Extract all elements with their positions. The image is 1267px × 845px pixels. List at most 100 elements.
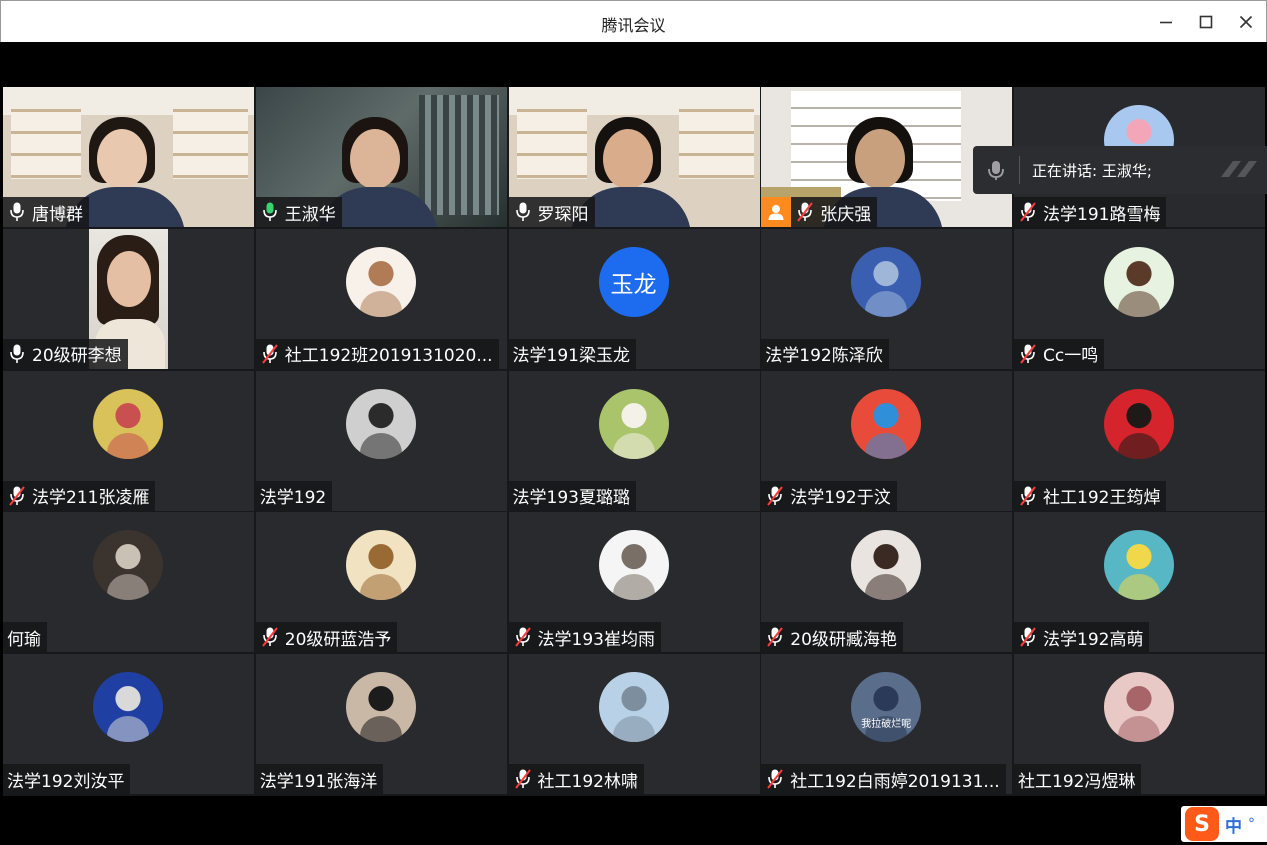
participant-name: 法学193崔均雨 bbox=[537, 629, 655, 650]
minimize-button[interactable] bbox=[1151, 7, 1181, 37]
participant-tile[interactable]: 法学193崔均雨 bbox=[508, 512, 760, 653]
avatar bbox=[345, 246, 416, 317]
mic-muted-icon bbox=[1018, 485, 1043, 507]
participant-name-bar: 法学193夏璐璐 bbox=[508, 480, 636, 511]
mic-muted-icon bbox=[513, 768, 538, 790]
participant-tile[interactable]: 王淑华 bbox=[255, 87, 507, 227]
participant-name: 社工192王筠焯 bbox=[1043, 488, 1161, 508]
participant-tile[interactable]: 法学191张海洋 bbox=[255, 654, 507, 794]
participant-name: 法学192陈泽欣 bbox=[765, 346, 883, 367]
participant-tile[interactable]: 法学192陈泽欣 bbox=[761, 228, 1013, 369]
avatar bbox=[93, 672, 163, 742]
maximize-button[interactable] bbox=[1191, 7, 1221, 37]
participant-tile[interactable]: Cc一鸣 bbox=[1014, 228, 1265, 369]
participant-tile[interactable]: 唐博群 bbox=[3, 87, 254, 227]
participant-name: 社工192林啸 bbox=[537, 771, 638, 792]
participant-tile[interactable]: 20级研李想 bbox=[3, 228, 254, 369]
avatar bbox=[1104, 672, 1174, 742]
maximize-icon bbox=[1199, 15, 1213, 29]
participant-name-bar: 法学192高萌 bbox=[1014, 622, 1150, 653]
participant-name-bar: 法学191张海洋 bbox=[255, 764, 384, 794]
participant-tile[interactable]: 罗琛阳 bbox=[508, 87, 760, 227]
participant-name: 法学191梁玉龙 bbox=[512, 346, 630, 367]
participant-name: 王淑华 bbox=[284, 204, 336, 225]
participant-name: 张庆强 bbox=[820, 204, 872, 225]
mic-muted-icon bbox=[795, 201, 820, 223]
participant-name: 法学191路雪梅 bbox=[1043, 204, 1161, 225]
ime-punctuation[interactable]: ° bbox=[1248, 816, 1255, 832]
participant-tile[interactable]: 法学193夏璐璐 bbox=[508, 370, 760, 511]
participant-name: 20级研蓝浩予 bbox=[284, 629, 392, 650]
mic-muted-icon bbox=[260, 626, 285, 648]
avatar: 玉龙 bbox=[598, 246, 669, 317]
participant-name: 社工192白雨婷2019131... bbox=[790, 771, 1000, 792]
participant-name: 法学192 bbox=[259, 488, 327, 508]
ime-toolbar[interactable]: S 中 ° bbox=[1181, 806, 1267, 842]
participant-name-bar: 王淑华 bbox=[255, 197, 342, 227]
participant-tile[interactable]: 社工192林啸 bbox=[508, 654, 760, 794]
avatar bbox=[598, 388, 669, 459]
participant-name: 罗琛阳 bbox=[537, 204, 589, 225]
avatar bbox=[345, 672, 416, 742]
mic-muted-icon bbox=[513, 626, 538, 648]
participant-name-bar: 法学192于汶 bbox=[761, 480, 897, 511]
participant-name: 法学192高萌 bbox=[1043, 629, 1144, 650]
participant-name-bar: 社工192白雨婷2019131... bbox=[761, 764, 1006, 794]
participant-name-bar: 法学211张凌雁 bbox=[3, 480, 156, 511]
avatar bbox=[1104, 388, 1174, 459]
participant-name-bar: 法学193崔均雨 bbox=[508, 622, 661, 653]
participant-name: 20级研李想 bbox=[32, 346, 122, 367]
mic-muted-icon bbox=[765, 485, 790, 507]
avatar bbox=[851, 388, 922, 459]
mic-muted-icon bbox=[260, 343, 285, 365]
mic-muted-icon bbox=[1018, 201, 1043, 223]
participant-name-bar: 社工192王筠焯 bbox=[1014, 480, 1167, 511]
participant-tile[interactable]: 何瑜 bbox=[3, 512, 254, 653]
participant-name-bar: 20级研臧海艳 bbox=[761, 622, 903, 653]
collapse-icon[interactable] bbox=[1217, 155, 1263, 185]
mic-speaking-icon bbox=[260, 201, 285, 223]
avatar bbox=[1104, 246, 1174, 317]
microphone-icon bbox=[988, 161, 1004, 180]
title-bar: 腾讯会议 bbox=[0, 0, 1267, 42]
participant-tile[interactable]: 法学192于汶 bbox=[761, 370, 1013, 511]
participant-tile[interactable]: 法学192刘汝平 bbox=[3, 654, 254, 794]
participant-name: 法学193夏璐璐 bbox=[512, 488, 630, 508]
microphone-icon bbox=[513, 201, 538, 223]
close-button[interactable] bbox=[1231, 7, 1261, 37]
participant-name-bar: 社工192班2019131020... bbox=[255, 338, 499, 369]
participant-name-bar: 唐博群 bbox=[3, 197, 89, 227]
participant-name: 法学192于汶 bbox=[790, 488, 891, 508]
participant-tile[interactable]: 法学192高萌 bbox=[1014, 512, 1265, 653]
participant-name-bar: Cc一鸣 bbox=[1014, 338, 1105, 369]
participant-tile[interactable]: 20级研蓝浩予 bbox=[255, 512, 507, 653]
participant-name-bar: 社工192冯煜琳 bbox=[1014, 764, 1142, 794]
avatar bbox=[851, 530, 922, 601]
participant-name: 法学211张凌雁 bbox=[32, 488, 150, 508]
participant-tile[interactable]: 玉龙法学191梁玉龙 bbox=[508, 228, 760, 369]
participant-name-bar: 法学192陈泽欣 bbox=[761, 338, 889, 369]
mic-muted-icon bbox=[765, 768, 790, 790]
avatar bbox=[345, 388, 416, 459]
avatar bbox=[1104, 530, 1174, 601]
participant-name-bar: 法学191路雪梅 bbox=[1014, 197, 1167, 227]
avatar-caption: 我拉破烂呢 bbox=[861, 719, 912, 730]
avatar bbox=[93, 530, 163, 601]
microphone-icon bbox=[7, 343, 32, 365]
participant-name: 社工192冯煜琳 bbox=[1018, 771, 1136, 792]
participant-tile[interactable]: 社工192王筠焯 bbox=[1014, 370, 1265, 511]
participant-tile[interactable]: 社工192班2019131020... bbox=[255, 228, 507, 369]
participant-name-bar: 何瑜 bbox=[3, 622, 47, 653]
participant-tile[interactable]: 法学192 bbox=[255, 370, 507, 511]
participant-name: 社工192班2019131020... bbox=[284, 346, 493, 367]
person-icon bbox=[768, 205, 784, 220]
participant-tile[interactable]: 法学211张凌雁 bbox=[3, 370, 254, 511]
avatar-text: 玉龙 bbox=[610, 271, 657, 298]
participant-tile[interactable]: 20级研臧海艳 bbox=[761, 512, 1013, 653]
participant-tile[interactable]: 我拉破烂呢社工192白雨婷2019131... bbox=[761, 654, 1013, 794]
participant-tile[interactable]: 社工192冯煜琳 bbox=[1014, 654, 1265, 794]
ime-mode[interactable]: 中 bbox=[1225, 812, 1242, 837]
mic-muted-icon bbox=[7, 485, 32, 507]
video-top-band bbox=[0, 42, 1267, 87]
participant-name-bar: 张庆强 bbox=[791, 197, 878, 227]
